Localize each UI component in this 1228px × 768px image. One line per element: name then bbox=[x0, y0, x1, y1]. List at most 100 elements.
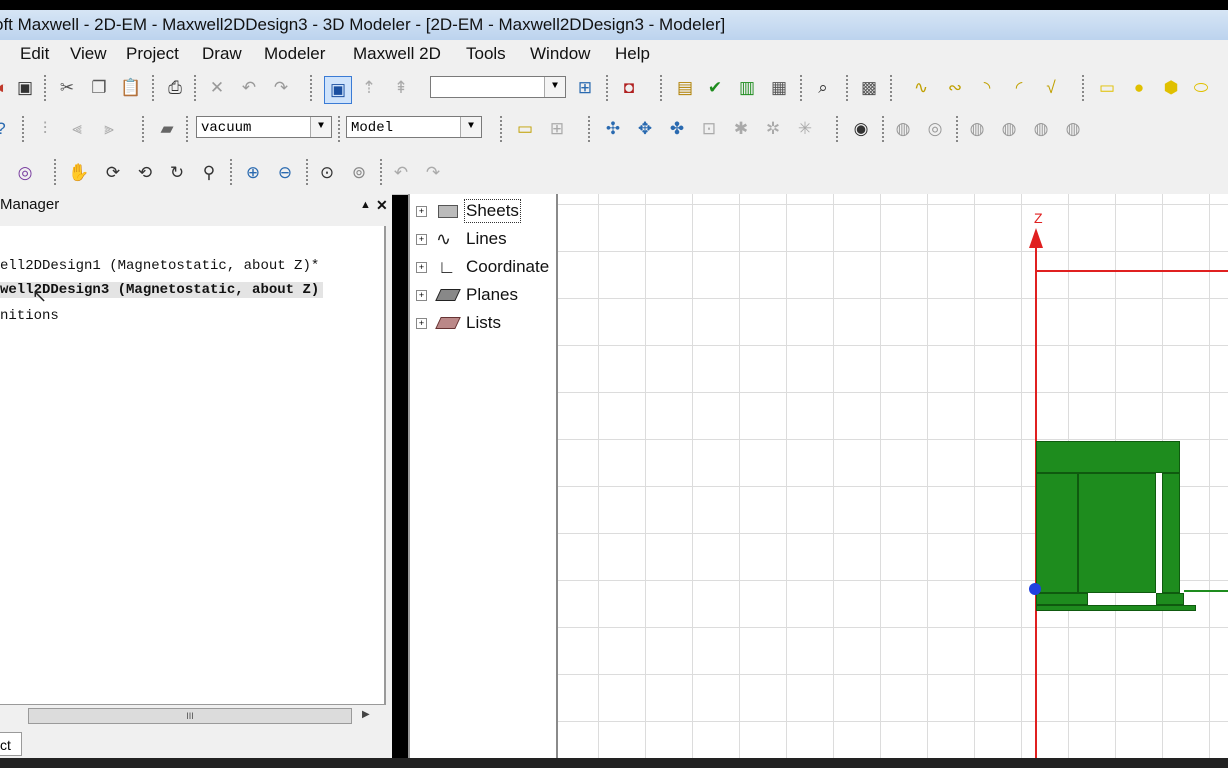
draw-ellipse-icon[interactable]: ⬭ bbox=[1190, 77, 1212, 99]
redo-icon[interactable]: ↷ bbox=[270, 77, 292, 99]
rotate-axis-icon[interactable]: ⟲ bbox=[134, 162, 156, 184]
tree-item-coordinate-systems[interactable]: + ∟ Coordinate bbox=[410, 254, 556, 280]
csys-offset-icon[interactable]: ✥ bbox=[634, 118, 656, 140]
zoom-out-icon[interactable]: ⊖ bbox=[274, 162, 296, 184]
distribute-icon[interactable]: ⫷ bbox=[66, 118, 88, 140]
menu-tools[interactable]: Tools bbox=[466, 40, 506, 68]
cut-icon[interactable]: ✂ bbox=[56, 77, 78, 99]
select-edge-icon[interactable]: ⇞ bbox=[390, 77, 412, 99]
expand-icon[interactable]: + bbox=[416, 206, 427, 217]
tree-item-design3[interactable]: well2DDesign3 (Magnetostatic, about Z) bbox=[0, 282, 324, 298]
global-csys-icon[interactable]: ✳ bbox=[794, 118, 816, 140]
create-region-icon[interactable]: ▭ bbox=[514, 118, 536, 140]
material-icon[interactable]: ◘ bbox=[618, 77, 640, 99]
tree-item-lists[interactable]: + Lists bbox=[410, 310, 556, 336]
base-left-shape[interactable] bbox=[1036, 593, 1088, 605]
menu-edit[interactable]: Edit bbox=[20, 40, 49, 68]
view-side-icon[interactable]: ◍ bbox=[1030, 118, 1052, 140]
fit-selection-icon[interactable]: ⊚ bbox=[348, 162, 370, 184]
csys-rotated-icon[interactable]: ✤ bbox=[666, 118, 688, 140]
align-icon[interactable]: ⫶ bbox=[34, 118, 56, 140]
scroll-thumb[interactable]: III bbox=[28, 708, 352, 724]
expand-icon[interactable]: + bbox=[416, 318, 427, 329]
zoom-lens-icon[interactable]: ⌕ bbox=[812, 77, 834, 99]
check-icon[interactable]: ✔ bbox=[704, 77, 726, 99]
modeler-viewport[interactable]: Z bbox=[556, 194, 1228, 758]
material-combo[interactable]: vacuum ▼ bbox=[196, 116, 332, 138]
analyze-icon[interactable]: ▥ bbox=[736, 77, 758, 99]
base-right-shape[interactable] bbox=[1156, 593, 1184, 605]
zoom-icon[interactable]: ⚲ bbox=[198, 162, 220, 184]
menu-maxwell-2d[interactable]: Maxwell 2D bbox=[353, 40, 441, 68]
undo-icon[interactable]: ↶ bbox=[238, 77, 260, 99]
copy-icon[interactable]: ❐ bbox=[88, 77, 110, 99]
redo-view-icon[interactable]: ↷ bbox=[422, 162, 444, 184]
validate-icon[interactable]: ▤ bbox=[674, 77, 696, 99]
draw-equation-icon[interactable]: √ bbox=[1040, 77, 1062, 99]
results-icon[interactable]: ▦ bbox=[768, 77, 790, 99]
delete-icon[interactable]: ✕ bbox=[206, 77, 228, 99]
help-icon[interactable]: ? bbox=[0, 118, 12, 140]
paste-icon[interactable]: 📋 bbox=[120, 77, 142, 99]
expand-icon[interactable]: + bbox=[416, 290, 427, 301]
draw-line-icon[interactable]: ∿ bbox=[910, 77, 932, 99]
target-icon[interactable]: ◎ bbox=[14, 162, 36, 184]
menu-project[interactable]: Project bbox=[126, 40, 179, 68]
draw-circle-icon[interactable]: ● bbox=[1128, 77, 1150, 99]
scroll-right-icon[interactable]: ▶ bbox=[362, 709, 370, 720]
coil-shape[interactable] bbox=[1078, 473, 1156, 593]
csys-relative-icon[interactable]: ✣ bbox=[602, 118, 624, 140]
zoom-in-icon[interactable]: ⊕ bbox=[242, 162, 264, 184]
menu-modeler[interactable]: Modeler bbox=[264, 40, 325, 68]
hide-icon[interactable]: ◍ bbox=[892, 118, 914, 140]
view-front-icon[interactable]: ◍ bbox=[966, 118, 988, 140]
menu-view[interactable]: View bbox=[70, 40, 107, 68]
core-left-leg-shape[interactable] bbox=[1036, 473, 1078, 593]
panel-collapse-icon[interactable]: ▲ bbox=[360, 194, 371, 216]
save-icon[interactable]: ▣ bbox=[14, 77, 36, 99]
face-csys-icon[interactable]: ⊡ bbox=[698, 118, 720, 140]
chevron-down-icon[interactable]: ▼ bbox=[460, 117, 481, 137]
report-icon[interactable]: ▩ bbox=[858, 77, 880, 99]
tree-item-planes[interactable]: + Planes bbox=[410, 282, 556, 308]
expand-icon[interactable]: + bbox=[416, 262, 427, 273]
show-icon[interactable]: ◉ bbox=[850, 118, 872, 140]
rotate-icon[interactable]: ⟳ bbox=[102, 162, 124, 184]
expand-icon[interactable]: + bbox=[416, 234, 427, 245]
menu-help[interactable]: Help bbox=[615, 40, 650, 68]
object-csys-icon[interactable]: ✱ bbox=[730, 118, 752, 140]
horizontal-scrollbar[interactable]: III ▶ bbox=[0, 706, 376, 726]
model-combo[interactable]: Model ▼ bbox=[346, 116, 482, 138]
tree-item-sheets[interactable]: + Sheets bbox=[410, 198, 556, 224]
draw-polygon-icon[interactable]: ⬢ bbox=[1160, 77, 1182, 99]
tree-item-lines[interactable]: + ∿ Lines bbox=[410, 226, 556, 252]
undo-view-icon[interactable]: ↶ bbox=[390, 162, 412, 184]
menu-draw[interactable]: Draw bbox=[202, 40, 242, 68]
base-plate-shape[interactable] bbox=[1036, 605, 1196, 611]
mirror-icon[interactable]: ⫸ bbox=[98, 118, 120, 140]
orbit-icon[interactable]: ↻ bbox=[166, 162, 188, 184]
draw-arc-icon[interactable]: ◝ bbox=[976, 77, 998, 99]
fit-all-icon[interactable]: ⊙ bbox=[316, 162, 338, 184]
print-icon[interactable]: ⎙ bbox=[164, 77, 186, 99]
tab-project[interactable]: ct bbox=[0, 732, 22, 756]
core-top-shape[interactable] bbox=[1036, 441, 1180, 473]
view-iso-icon[interactable]: ◍ bbox=[1062, 118, 1084, 140]
chevron-down-icon[interactable]: ▼ bbox=[310, 117, 331, 137]
layer-icon[interactable]: ▰ bbox=[156, 118, 178, 140]
pan-hand-icon[interactable]: ✋ bbox=[68, 162, 90, 184]
tree-item-design1[interactable]: ell2DDesign1 (Magnetostatic, about Z)* bbox=[0, 258, 319, 274]
core-right-leg-shape[interactable] bbox=[1162, 473, 1180, 593]
menu-window[interactable]: Window bbox=[530, 40, 590, 68]
draw-arc-center-icon[interactable]: ◜ bbox=[1008, 77, 1030, 99]
create-region-plus-icon[interactable]: ⊞ bbox=[546, 118, 568, 140]
draw-rectangle-icon[interactable]: ▭ bbox=[1096, 77, 1118, 99]
hierarchy-icon[interactable]: ⊞ bbox=[574, 77, 596, 99]
hide-all-icon[interactable]: ◎ bbox=[924, 118, 946, 140]
relative-csys-icon[interactable]: ✲ bbox=[762, 118, 784, 140]
selection-combo[interactable]: ▼ bbox=[430, 76, 566, 98]
panel-close-icon[interactable]: ✕ bbox=[376, 194, 388, 216]
tree-item-definitions[interactable]: nitions bbox=[0, 308, 59, 324]
draw-spline-icon[interactable]: ∾ bbox=[944, 77, 966, 99]
chevron-down-icon[interactable]: ▼ bbox=[544, 77, 565, 97]
